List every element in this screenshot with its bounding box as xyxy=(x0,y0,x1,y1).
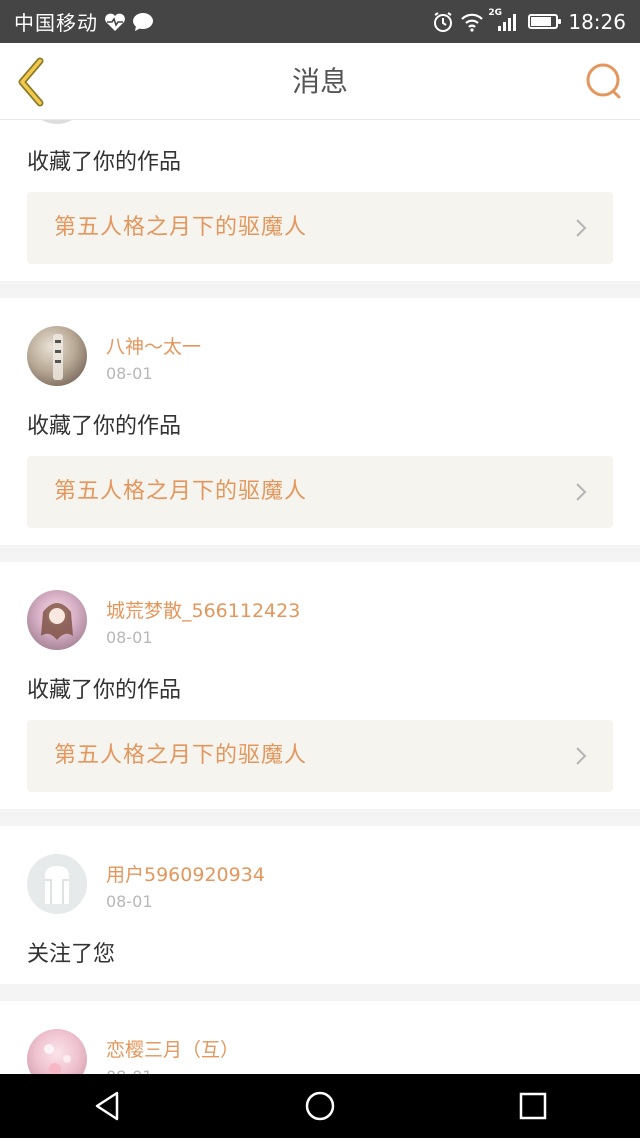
message-card: 恋樱三月（互） 08-01 xyxy=(0,1001,640,1074)
chevron-right-icon xyxy=(576,483,587,501)
system-back-button[interactable] xyxy=(77,1076,137,1136)
work-title: 第五人格之月下的驱魔人 xyxy=(54,743,308,768)
avatar[interactable] xyxy=(27,1029,87,1074)
cellular-signal-icon: 2G xyxy=(488,8,517,32)
navigation-bar: 消息 xyxy=(0,43,640,120)
action-text: 关注了您 xyxy=(27,942,116,967)
message-card: 八神～太一 08-01 收藏了你的作品 第五人格之月下的驱魔人 xyxy=(0,298,640,545)
username[interactable]: 用户5960920934 xyxy=(106,860,265,887)
circle-home-icon xyxy=(305,1091,335,1121)
triangle-back-icon xyxy=(95,1091,118,1121)
message-date: 08-01 xyxy=(106,628,153,647)
avatar[interactable] xyxy=(27,120,87,124)
system-recents-button[interactable] xyxy=(503,1076,563,1136)
message-card: 城荒梦散_566112423 08-01 收藏了你的作品 第五人格之月下的驱魔人 xyxy=(0,562,640,809)
work-title: 第五人格之月下的驱魔人 xyxy=(54,215,308,240)
action-text: 收藏了你的作品 xyxy=(27,150,182,175)
square-recents-icon xyxy=(520,1092,547,1120)
message-date: 08-01 xyxy=(106,892,153,911)
action-text: 收藏了你的作品 xyxy=(27,414,182,439)
avatar[interactable] xyxy=(27,326,87,386)
status-bar-right: 2G 18:26 xyxy=(432,8,626,34)
message-feed[interactable]: 收藏了你的作品 第五人格之月下的驱魔人 八神～太一 08-01 收藏了你的作品 … xyxy=(0,120,640,1074)
page-title: 消息 xyxy=(291,65,348,98)
work-link[interactable]: 第五人格之月下的驱魔人 xyxy=(27,456,613,528)
heart-rate-icon xyxy=(104,12,126,32)
system-home-button[interactable] xyxy=(290,1076,350,1136)
status-bar-left: 中国移动 xyxy=(14,7,154,36)
alarm-icon xyxy=(432,11,454,33)
network-type-label: 2G xyxy=(488,7,503,18)
card-separator xyxy=(0,281,640,298)
work-link[interactable]: 第五人格之月下的驱魔人 xyxy=(27,192,613,264)
message-date: 08-01 xyxy=(106,364,153,383)
username[interactable]: 城荒梦散_566112423 xyxy=(106,596,300,623)
action-text: 收藏了你的作品 xyxy=(27,678,182,703)
username[interactable]: 八神～太一 xyxy=(106,332,201,359)
work-link[interactable]: 第五人格之月下的驱魔人 xyxy=(27,720,613,792)
message-date: 08-01 xyxy=(106,1067,153,1074)
default-avatar-icon[interactable] xyxy=(27,854,87,914)
work-title: 第五人格之月下的驱魔人 xyxy=(54,479,308,504)
carrier-name: 中国移动 xyxy=(14,11,98,35)
system-navigation-bar xyxy=(0,1074,640,1138)
wifi-icon xyxy=(460,12,484,32)
status-bar: 中国移动 2G 18:26 xyxy=(0,0,640,43)
card-separator xyxy=(0,984,640,1001)
card-separator xyxy=(0,545,640,562)
search-button[interactable] xyxy=(582,59,626,103)
chevron-right-icon xyxy=(576,219,587,237)
message-card: 收藏了你的作品 第五人格之月下的驱魔人 xyxy=(0,120,640,281)
message-card: 用户5960920934 08-01 关注了您 xyxy=(0,826,640,984)
battery-level xyxy=(531,17,552,26)
avatar[interactable] xyxy=(27,590,87,650)
chevron-right-icon xyxy=(576,747,587,765)
clock: 18:26 xyxy=(568,9,626,34)
card-separator xyxy=(0,809,640,826)
battery-icon xyxy=(528,14,562,29)
chat-bubble-icon xyxy=(132,12,154,32)
search-icon xyxy=(586,63,621,99)
username[interactable]: 恋樱三月（互） xyxy=(106,1035,239,1062)
